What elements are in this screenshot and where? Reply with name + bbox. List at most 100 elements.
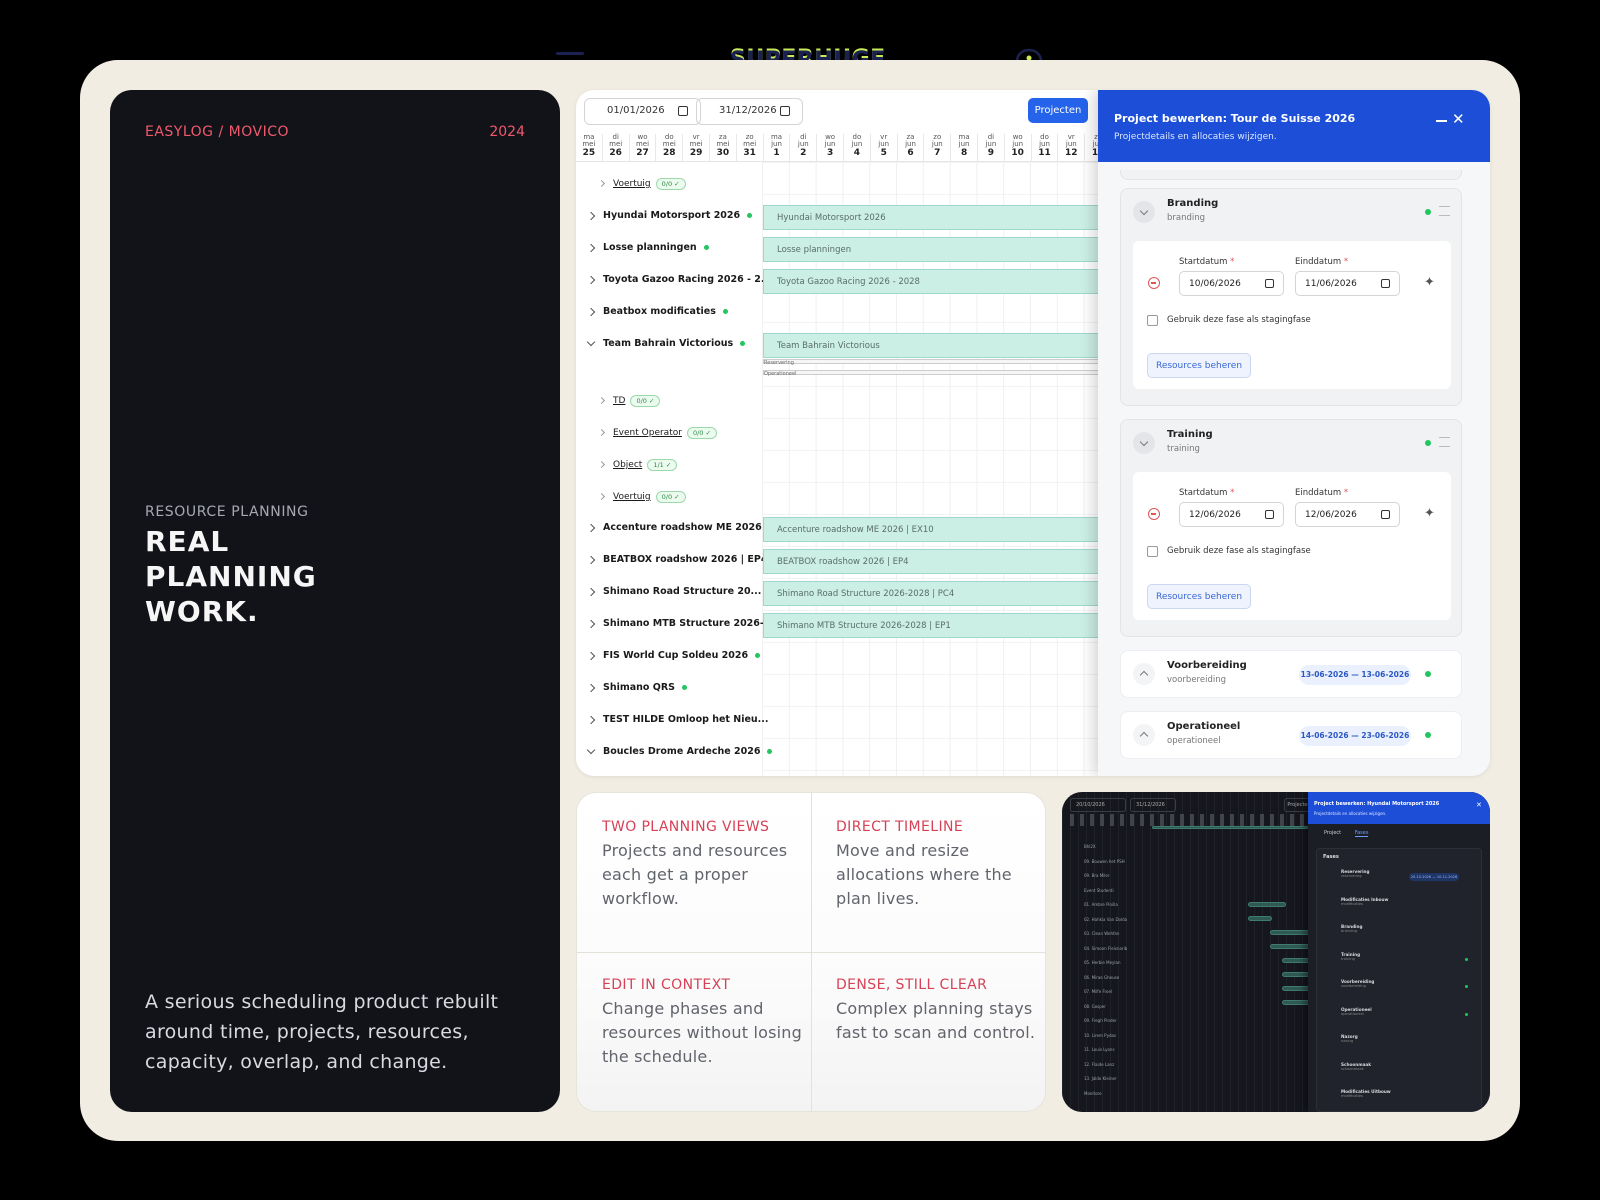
collapse-icon[interactable] (1133, 432, 1155, 454)
collapse-icon[interactable] (1133, 201, 1155, 223)
day-column-header: di jun 9 (978, 134, 1005, 162)
chevron-right-icon[interactable] (586, 587, 596, 597)
project-row-accenture[interactable]: Accenture roadshow ME 2026 ... (576, 514, 776, 544)
allocation-bar-shimano-mtb[interactable]: Shimano MTB Structure 2026-2028 | EP1 (763, 613, 1136, 638)
chevron-right-icon[interactable] (586, 275, 596, 285)
staging-checkbox[interactable] (1147, 315, 1158, 326)
phase-card-previous (1120, 170, 1462, 180)
project-row-fis[interactable]: FIS World Cup Soldeu 2026 (576, 642, 762, 672)
chevron-right-icon[interactable] (586, 211, 596, 221)
resource-row: 06. Mirae Gheuse (1084, 974, 1120, 980)
chevron-right-icon[interactable] (597, 492, 606, 501)
chevron-right-icon[interactable] (597, 396, 606, 405)
chevron-right-icon[interactable] (586, 523, 596, 533)
allocation-bar-losse[interactable]: Losse planningen (763, 237, 1136, 262)
end-date-input[interactable]: 31/12/2026 (696, 98, 803, 125)
allocation-bar-accenture[interactable]: Accenture roadshow ME 2026 | EX10 (763, 517, 1136, 542)
project-row-shimano-mtb[interactable]: Shimano MTB Structure 2026-... (576, 610, 775, 640)
close-icon[interactable]: ✕ (1452, 110, 1465, 128)
resource-row-voertuig[interactable]: Voertuig 0/0 ✓ (576, 170, 762, 200)
phase-start-input[interactable]: 12/06/2026 (1179, 502, 1284, 527)
allocation-bar-hyundai[interactable]: Hyundai Motorsport 2026 (763, 205, 1136, 230)
row-label: Accenture roadshow ME 2026 ... (603, 522, 776, 533)
allocation-bar-toyota[interactable]: Toyota Gazoo Racing 2026 - 2028 (763, 269, 1136, 294)
phase-line-operationeel[interactable]: Operationeel (763, 370, 1136, 377)
project-row-test-hilde[interactable]: TEST HILDE Omloop het Nieu... (576, 706, 769, 736)
row-label: Voertuig (613, 179, 651, 189)
phase-card-operationeel[interactable]: Operationeel operationeel 14-06-2026 — 2… (1120, 711, 1462, 759)
allocation-pill (1152, 826, 1308, 829)
resource-row: 10. Lirem Pydas (1084, 1032, 1117, 1038)
row-label: Voertuig (613, 492, 651, 502)
feature-text: Change phases and resources without losi… (602, 999, 802, 1066)
manage-resources-button[interactable]: Resources beheren (1147, 584, 1251, 609)
project-row-shimano-road[interactable]: Shimano Road Structure 20... (576, 578, 774, 608)
staging-checkbox[interactable] (1147, 546, 1158, 557)
case-study-card: EASYLOG / MOVICO 2024 RESOURCE PLANNING … (110, 90, 560, 1112)
sparkle-icon[interactable]: ✦ (1424, 275, 1435, 290)
phase-slug: training (1167, 444, 1200, 454)
resource-row-voertuig[interactable]: Voertuig 0/0 ✓ (576, 483, 762, 513)
row-label: Toyota Gazoo Racing 2026 - 2... (603, 274, 772, 285)
minimize-icon[interactable] (1436, 120, 1447, 122)
project-row-losse[interactable]: Losse planningen (576, 234, 762, 264)
feature-title: DIRECT TIMELINE (836, 819, 964, 835)
edit-project-panel: Project bewerken: Tour de Suisse 2026 Pr… (1098, 90, 1490, 776)
chevron-right-icon[interactable] (597, 460, 606, 469)
project-row-bahrain[interactable]: Team Bahrain Victorious (576, 330, 762, 360)
project-row-hyundai[interactable]: Hyundai Motorsport 2026 (576, 202, 762, 232)
start-date-input: 20/10/2026 (1070, 798, 1126, 812)
phase-card-voorbereiding[interactable]: Voorbereiding voorbereiding 13-06-2026 —… (1120, 650, 1462, 698)
chevron-right-icon[interactable] (586, 715, 596, 725)
chevron-right-icon[interactable] (586, 619, 596, 629)
row-label: TEST HILDE Omloop het Nieu... (603, 714, 769, 725)
resource-row-event-operator[interactable]: Event Operator 0/0 ✓ (576, 419, 762, 449)
chevron-down-icon[interactable] (586, 337, 596, 347)
chevron-right-icon[interactable] (586, 243, 596, 253)
project-row-beatbox-mod[interactable]: Beatbox modificaties (576, 298, 762, 328)
phase-end-input[interactable]: 11/06/2026 (1295, 271, 1400, 296)
chevron-right-icon[interactable] (586, 307, 596, 317)
remove-icon[interactable] (1148, 508, 1160, 520)
chevron-right-icon[interactable] (586, 651, 596, 661)
chevron-right-icon[interactable] (586, 555, 596, 565)
chevron-right-icon[interactable] (597, 428, 606, 437)
allocation-pill (1270, 930, 1310, 935)
resource-row: 09. Bra Miler (1084, 873, 1110, 878)
chevron-down-icon[interactable] (586, 745, 596, 755)
allocation-bar-shimano-road[interactable]: Shimano Road Structure 2026-2028 | PC4 (763, 581, 1136, 606)
client-name: EASYLOG / MOVICO (145, 124, 290, 140)
manage-resources-button[interactable]: Resources beheren (1147, 353, 1251, 378)
chevron-right-icon[interactable] (586, 683, 596, 693)
day-column-header: ma jun 8 (951, 134, 978, 162)
calendar-icon (1265, 510, 1274, 519)
expand-icon[interactable] (1133, 724, 1155, 746)
start-date-input[interactable]: 01/01/2026 (584, 98, 701, 125)
resource-row-object[interactable]: Object 1/1 ✓ (576, 451, 762, 481)
status-dot (1465, 1012, 1468, 1016)
allocation-bar-beatbox-roadshow[interactable]: BEATBOX roadshow 2026 | EP4 (763, 549, 1136, 574)
settings-sliders-icon[interactable] (1439, 206, 1450, 216)
project-row-boucles[interactable]: Boucles Drome Ardeche 2026 (576, 738, 773, 768)
project-row-beatbox-roadshow[interactable]: BEATBOX roadshow 2026 | EP4 (576, 546, 767, 576)
day-column-header: wo jun 3 (817, 134, 844, 162)
start-date-label: Startdatum * (1179, 488, 1235, 498)
project-row-toyota[interactable]: Toyota Gazoo Racing 2026 - 2... (576, 266, 772, 296)
end-date-input: 31/12/2026 (1130, 798, 1176, 812)
allocation-bar-bahrain[interactable]: Team Bahrain Victorious (763, 333, 1136, 358)
project-row-shimano-qrs[interactable]: Shimano QRS (576, 674, 762, 704)
day-column-header: wo mei 27 (630, 134, 657, 162)
expand-icon[interactable] (1133, 663, 1155, 685)
chevron-right-icon[interactable] (597, 179, 606, 188)
sparkle-icon[interactable]: ✦ (1424, 506, 1435, 521)
phase-line-reservering[interactable]: Reservering (763, 359, 1136, 366)
date-value: 12/06/2026 (1305, 510, 1357, 520)
resource-row: 11. Louis Lyons (1084, 1047, 1115, 1052)
remove-icon[interactable] (1148, 277, 1160, 289)
phase-card-training: Training training Startdatum * Einddatum… (1120, 419, 1462, 637)
phase-start-input[interactable]: 10/06/2026 (1179, 271, 1284, 296)
phase-end-input[interactable]: 12/06/2026 (1295, 502, 1400, 527)
resource-row-td[interactable]: TD 0/0 ✓ (576, 387, 762, 417)
settings-sliders-icon[interactable] (1439, 437, 1450, 447)
projects-view-button[interactable]: Projecten (1028, 98, 1088, 123)
